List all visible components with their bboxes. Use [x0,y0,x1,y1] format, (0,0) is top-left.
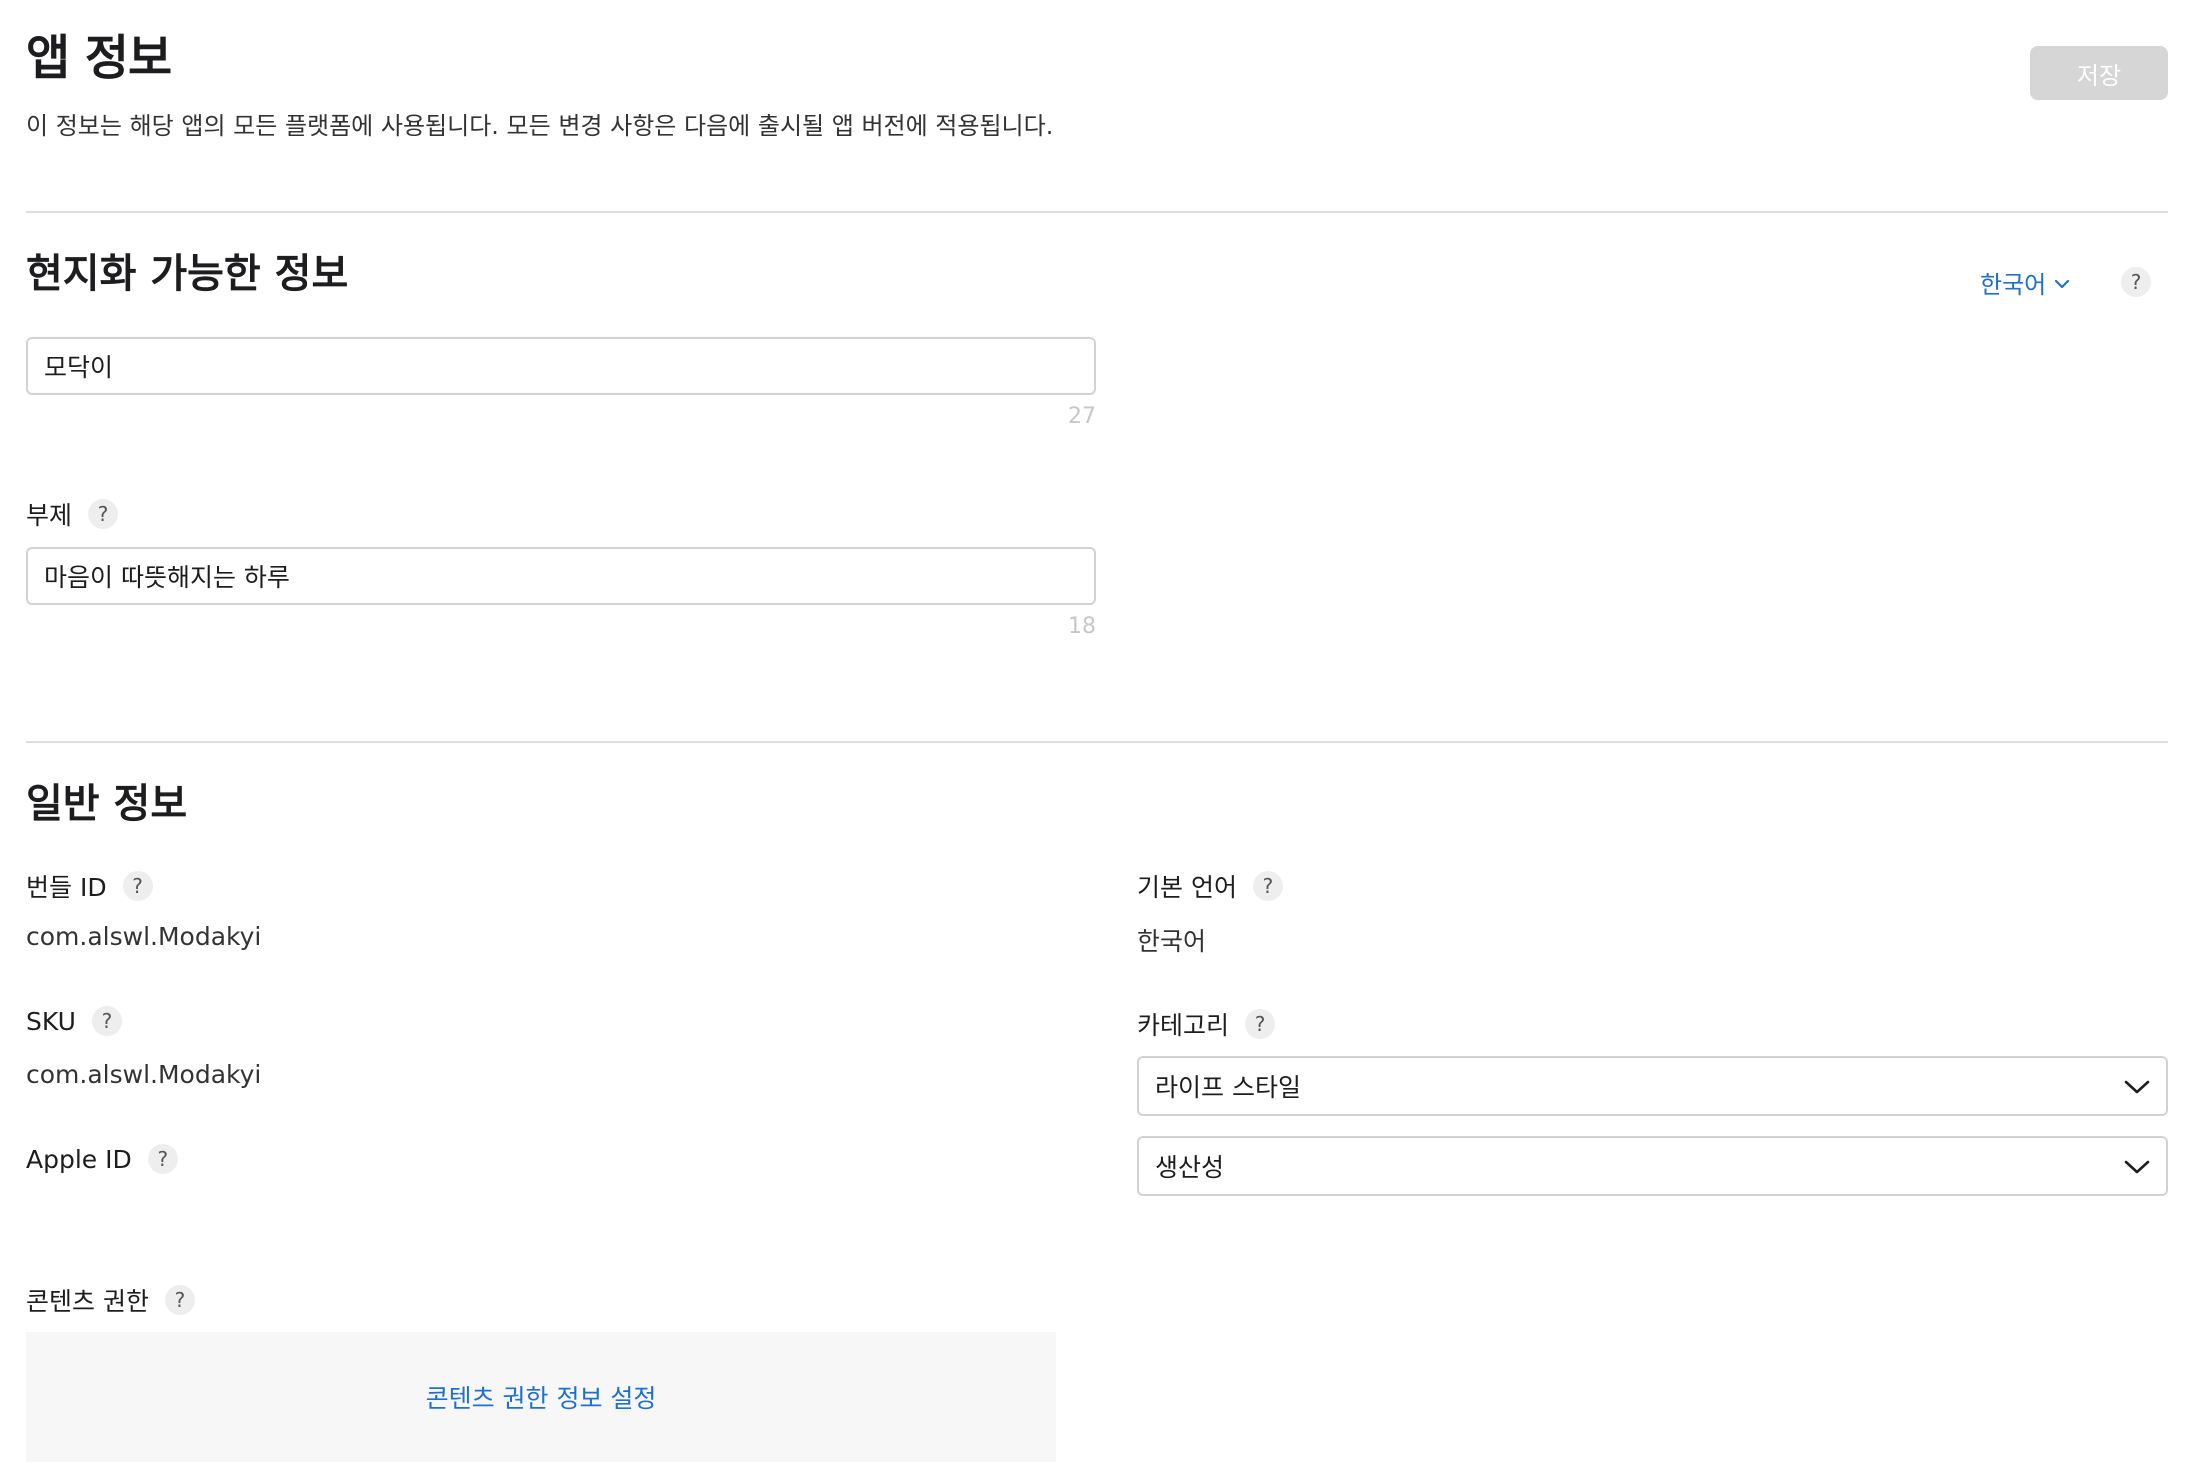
content-rights-panel: 콘텐츠 권한 정보 설정 [26,1332,1056,1462]
secondary-category-value: 생산성 [1155,1153,1225,1182]
subtitle-label: 부제 ? [26,496,119,532]
category-help-icon[interactable]: ? [1245,1009,1276,1039]
subtitle-help-icon[interactable]: ? [88,499,119,529]
app-name-value: 모닥이 [44,353,114,382]
app-name-input[interactable]: 모닥이 [26,337,1096,395]
apple-id-help-icon[interactable]: ? [147,1144,178,1174]
primary-language-value: 한국어 [1137,927,1207,956]
sku-label: SKU ? [26,1006,122,1036]
chevron-down-icon [2124,1152,2150,1181]
sku-value: com.alswl.Modakyi [26,1060,262,1089]
chevron-down-icon [2124,1072,2150,1101]
primary-language-label: 기본 언어 ? [1137,868,1283,904]
page-title: 앱 정보 [26,30,172,86]
primary-category-value: 라이프 스타일 [1155,1073,1301,1102]
content-rights-setup-link[interactable]: 콘텐츠 권한 정보 설정 [426,1379,657,1415]
primary-category-select[interactable]: 라이프 스타일 [1137,1056,2168,1116]
sku-help-icon[interactable]: ? [91,1006,122,1036]
apple-id-label: Apple ID ? [26,1144,178,1174]
content-rights-label-text: 콘텐츠 권한 [26,1287,149,1316]
content-rights-label: 콘텐츠 권한 ? [26,1282,195,1318]
app-name-char-count: 27 [1068,404,1096,429]
bundle-id-help-icon[interactable]: ? [122,871,153,901]
bundle-id-label: 번들 ID ? [26,868,153,904]
category-label-text: 카테고리 [1137,1011,1230,1040]
subtitle-value: 마음이 따뜻해지는 하루 [44,563,290,592]
primary-language-label-text: 기본 언어 [1137,873,1237,902]
secondary-category-select[interactable]: 생산성 [1137,1136,2168,1196]
subtitle-input[interactable]: 마음이 따뜻해지는 하루 [26,547,1096,605]
localizable-section-title: 현지화 가능한 정보 [26,251,349,297]
subtitle-char-count: 18 [1068,614,1096,639]
primary-language-help-icon[interactable]: ? [1252,871,1283,901]
save-button[interactable]: 저장 [2030,46,2168,100]
section-divider [26,741,2168,743]
bundle-id-value: com.alswl.Modakyi [26,922,262,951]
language-selector[interactable]: 한국어 [1980,264,2070,300]
content-rights-help-icon[interactable]: ? [164,1285,195,1315]
page-description: 이 정보는 해당 앱의 모든 플랫폼에 사용됩니다. 모든 변경 사항은 다음에… [26,112,1054,140]
language-help-icon[interactable]: ? [2121,267,2151,297]
section-divider [26,211,2168,213]
apple-id-label-text: Apple ID [26,1144,132,1174]
general-section-title: 일반 정보 [26,781,188,827]
category-label: 카테고리 ? [1137,1006,1276,1042]
bundle-id-label-text: 번들 ID [26,873,107,902]
chevron-down-icon [2054,268,2070,296]
sku-label-text: SKU [26,1006,76,1036]
subtitle-label-text: 부제 [26,501,73,530]
language-selector-label: 한국어 [1980,270,2047,299]
